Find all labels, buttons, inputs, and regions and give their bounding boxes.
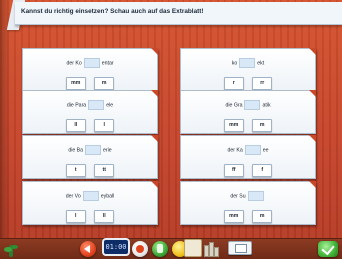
choice-button[interactable]: l xyxy=(94,119,115,132)
left-shadow xyxy=(0,0,10,259)
bottom-toolbar: 01:00 xyxy=(0,238,342,259)
word-prefix: die Para xyxy=(66,102,87,109)
word-prefix: ko xyxy=(231,60,238,67)
word-prefix: die Ba xyxy=(68,147,84,154)
choice-button[interactable]: m xyxy=(252,210,273,223)
folded-corner xyxy=(309,181,316,188)
target-icon[interactable] xyxy=(132,241,148,257)
timer-display: 01:00 xyxy=(102,238,130,256)
blank-slot[interactable] xyxy=(82,191,99,201)
word-card-2: ko ekt r rr xyxy=(180,48,316,92)
folded-corner xyxy=(151,48,158,55)
choice-button[interactable]: mm xyxy=(223,119,244,132)
instruction-banner: Kannst du richtig einsetzen? Schau auch … xyxy=(15,2,342,25)
choice-button[interactable]: mm xyxy=(223,210,244,223)
word-text: die Ba erie xyxy=(23,145,157,155)
blank-slot[interactable] xyxy=(244,145,261,155)
word-text: die Gra atik xyxy=(181,100,315,110)
green-cup-icon[interactable] xyxy=(152,241,168,257)
blank-slot[interactable] xyxy=(88,100,105,110)
blank-slot[interactable] xyxy=(239,58,256,68)
back-arrow-icon[interactable] xyxy=(80,241,96,257)
word-suffix: eyball xyxy=(100,193,115,200)
plant-icon xyxy=(4,241,18,257)
word-card-5: die Ba erie t tt xyxy=(22,135,158,179)
word-prefix: der Vo xyxy=(65,193,81,200)
word-card-3: die Para ele ll l xyxy=(22,90,158,134)
choice-button[interactable]: l xyxy=(65,210,86,223)
word-suffix: atik xyxy=(262,102,271,109)
choice-button[interactable]: ff xyxy=(223,164,244,177)
blank-slot[interactable] xyxy=(244,100,261,110)
word-card-1: der Ko entar mm m xyxy=(22,48,158,92)
book-icon[interactable] xyxy=(184,239,202,257)
word-text: der Ko entar xyxy=(23,58,157,68)
folded-corner xyxy=(309,48,316,55)
word-card-6: der Ka ee ff f xyxy=(180,135,316,179)
word-suffix: ekt xyxy=(257,60,265,67)
choice-button[interactable]: rr xyxy=(252,77,273,90)
word-text: der Ka ee xyxy=(181,145,315,155)
folded-corner xyxy=(151,135,158,142)
folded-corner xyxy=(309,90,316,97)
folded-corner xyxy=(151,181,158,188)
word-text: der Su xyxy=(181,191,315,201)
choice-button[interactable]: ll xyxy=(94,210,115,223)
word-text: der Vo eyball xyxy=(23,191,157,201)
blank-slot[interactable] xyxy=(85,145,102,155)
word-suffix: erie xyxy=(103,147,112,154)
folded-corner xyxy=(151,90,158,97)
blank-slot[interactable] xyxy=(83,58,100,68)
instruction-text: Kannst du richtig einsetzen? Schau auch … xyxy=(21,8,204,15)
choice-button[interactable]: t xyxy=(65,164,86,177)
choice-button[interactable]: m xyxy=(252,119,273,132)
word-prefix: der Ka xyxy=(227,147,243,154)
folded-corner xyxy=(309,135,316,142)
word-suffix: ee xyxy=(262,147,269,154)
choice-button[interactable]: f xyxy=(252,164,273,177)
check-icon[interactable] xyxy=(318,241,338,257)
choice-button[interactable]: mm xyxy=(65,77,86,90)
choice-button[interactable]: ll xyxy=(65,119,86,132)
blank-slot[interactable] xyxy=(247,191,264,201)
word-card-4: die Gra atik mm m xyxy=(180,90,316,134)
word-card-8: der Su mm m xyxy=(180,181,316,225)
choice-button[interactable]: m xyxy=(94,77,115,90)
word-card-7: der Vo eyball l ll xyxy=(22,181,158,225)
word-text: die Para ele xyxy=(23,100,157,110)
bars-icon[interactable] xyxy=(204,241,222,257)
word-text: ko ekt xyxy=(181,58,315,68)
word-suffix: entar xyxy=(101,60,114,67)
word-prefix: die Gra xyxy=(225,102,243,109)
choice-button[interactable]: r xyxy=(223,77,244,90)
card-icon[interactable] xyxy=(228,241,252,255)
choice-button[interactable]: tt xyxy=(94,164,115,177)
word-suffix: ele xyxy=(106,102,114,109)
word-prefix: der Ko xyxy=(66,60,82,67)
word-prefix: der Su xyxy=(230,193,246,200)
